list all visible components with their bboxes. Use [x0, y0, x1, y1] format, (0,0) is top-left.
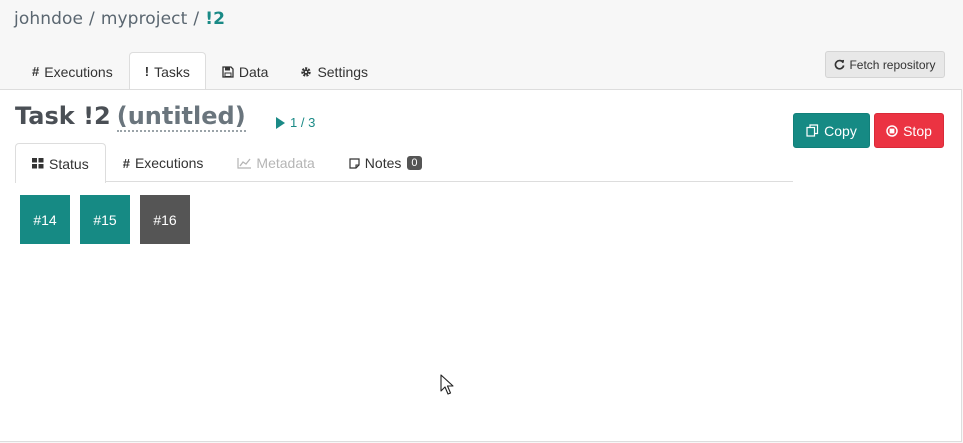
- tab-label: Notes: [364, 155, 402, 171]
- breadcrumb: johndoe / myproject / !2: [14, 9, 225, 29]
- tab-label: Tasks: [154, 63, 190, 80]
- hash-icon: #: [32, 64, 40, 79]
- tab-data[interactable]: Data: [206, 52, 285, 90]
- execution-tile[interactable]: #15: [80, 195, 130, 244]
- tab-label: Metadata: [256, 155, 315, 171]
- progress-text: 1 / 3: [290, 115, 316, 130]
- tab-status[interactable]: Status: [15, 143, 106, 183]
- exclamation-icon: !: [144, 64, 150, 79]
- tab-notes[interactable]: Notes 0: [332, 143, 439, 182]
- task-name[interactable]: (untitled): [116, 102, 246, 132]
- breadcrumb-separator: /: [89, 9, 95, 29]
- task-number: Task !2: [15, 102, 111, 130]
- stop-label: Stop: [903, 122, 932, 139]
- task-tabs: Status # Executions Metadata Notes 0: [15, 143, 793, 183]
- tab-label: Executions: [44, 63, 113, 80]
- stop-button[interactable]: Stop: [874, 113, 944, 148]
- execution-tile[interactable]: #16: [140, 195, 190, 244]
- tab-executions[interactable]: # Executions: [16, 52, 129, 90]
- tab-label: Executions: [134, 155, 204, 171]
- gear-icon: [301, 66, 312, 77]
- breadcrumb-separator: /: [193, 9, 200, 29]
- grid-icon: [32, 158, 44, 169]
- tab-label: Data: [238, 63, 269, 80]
- project-header: johndoe / myproject / !2 # Executions ! Task…: [0, 0, 963, 90]
- refresh-icon: [835, 59, 845, 70]
- tab-task-executions[interactable]: # Executions: [106, 143, 221, 182]
- copy-label: Copy: [824, 122, 857, 139]
- breadcrumb-current[interactable]: !2: [205, 9, 225, 29]
- breadcrumb-user[interactable]: johndoe: [14, 9, 83, 29]
- hash-icon: #: [122, 155, 130, 171]
- project-tabs: # Executions ! Tasks Data Settings: [16, 52, 384, 90]
- stop-icon: [886, 124, 898, 137]
- execution-tile[interactable]: #14: [20, 195, 70, 244]
- tab-label: Settings: [317, 63, 369, 80]
- line-chart-icon: [237, 157, 252, 169]
- note-icon: [349, 157, 360, 169]
- save-icon: [222, 65, 234, 78]
- play-icon: [276, 116, 285, 129]
- breadcrumb-project[interactable]: myproject: [101, 9, 188, 29]
- tab-tasks[interactable]: ! Tasks: [128, 52, 206, 90]
- task-progress: 1 / 3: [276, 115, 315, 130]
- fetch-repository-label: Fetch repository: [849, 57, 936, 72]
- task-title: Task !2 (untitled): [15, 102, 246, 132]
- notes-count-badge: 0: [407, 156, 422, 170]
- mouse-cursor-icon: [440, 374, 454, 395]
- execution-list: #14 #15 #16: [20, 195, 190, 244]
- tab-label: Status: [49, 155, 89, 172]
- tab-metadata: Metadata: [220, 143, 331, 182]
- copy-icon: [806, 124, 819, 137]
- fetch-repository-button[interactable]: Fetch repository: [825, 51, 945, 78]
- tab-settings[interactable]: Settings: [284, 52, 384, 90]
- copy-button[interactable]: Copy: [793, 113, 870, 148]
